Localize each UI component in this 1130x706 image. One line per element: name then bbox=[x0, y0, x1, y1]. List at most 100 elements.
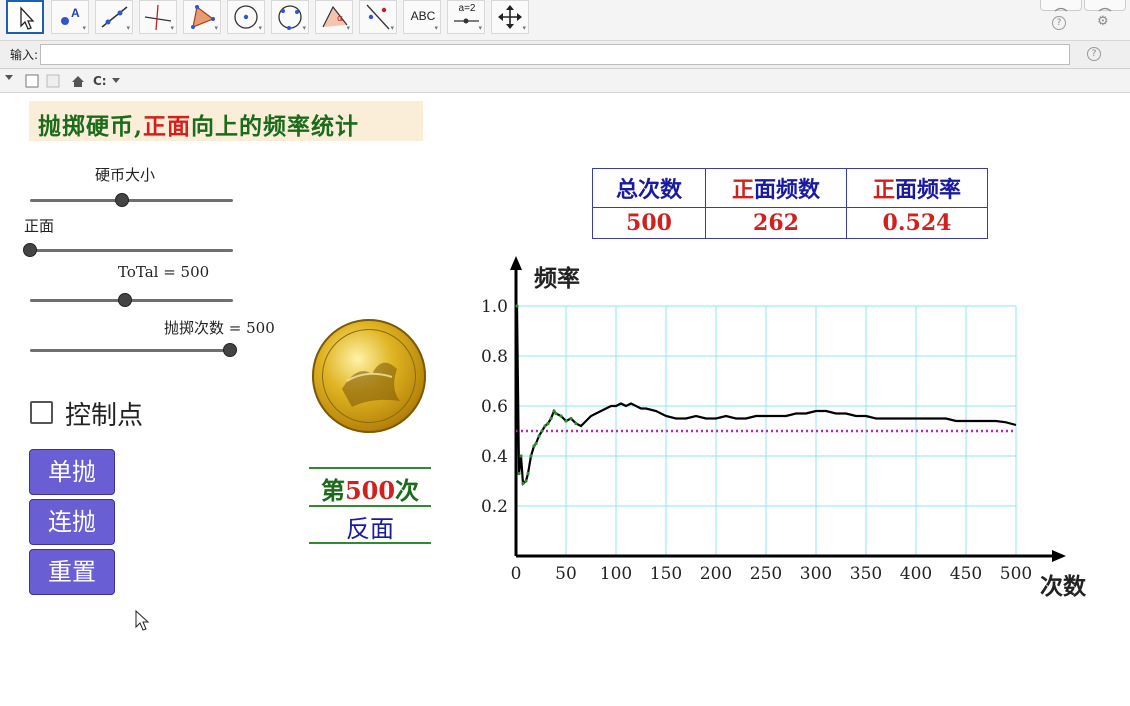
stats-value-total: 500 bbox=[592, 207, 706, 239]
stats-header-heads-freq-red: 正 bbox=[872, 177, 895, 203]
x-tick-label: 0 bbox=[511, 564, 522, 584]
input-label: 输入: bbox=[10, 48, 39, 62]
frequency-point bbox=[534, 441, 538, 446]
x-axis-label: 次数 bbox=[1040, 573, 1087, 600]
frequency-point bbox=[569, 416, 573, 421]
title-part3: 向上的频率统计 bbox=[191, 113, 360, 140]
slider-coin-size-track[interactable] bbox=[30, 199, 233, 202]
gear-icon[interactable]: ⚙ bbox=[1097, 14, 1109, 29]
slider-total-knob[interactable] bbox=[118, 293, 132, 307]
frequency-point bbox=[540, 429, 544, 433]
circle-center-point-icon bbox=[234, 5, 258, 29]
reflect-icon bbox=[366, 4, 390, 30]
stats-value-heads-freq: 0.524 bbox=[846, 207, 988, 239]
help-icon[interactable]: ? bbox=[1052, 16, 1066, 30]
stats-header-total-text: 总次数 bbox=[615, 177, 682, 203]
perpendicular-tool-button[interactable]: ▾ bbox=[139, 0, 177, 34]
slider-throws-label: 抛掷次数 = 500 bbox=[164, 319, 275, 337]
title-part1: 抛掷硬币, bbox=[38, 113, 144, 140]
x-tick-label: 250 bbox=[750, 564, 782, 584]
polygon-tool-button[interactable]: ▾ bbox=[183, 0, 221, 34]
coin-image bbox=[312, 319, 426, 433]
reset-button[interactable]: 重置 bbox=[29, 549, 115, 595]
control-points-checkbox[interactable] bbox=[30, 401, 53, 424]
x-tick-label: 50 bbox=[555, 564, 577, 584]
chevron-down-icon[interactable] bbox=[112, 78, 120, 83]
circle-tool-button[interactable]: ▾ bbox=[227, 0, 265, 34]
undo-button[interactable] bbox=[1040, 0, 1082, 12]
move-tool-button[interactable] bbox=[6, 0, 44, 34]
result-label: 反面 bbox=[346, 515, 394, 543]
single-throw-button[interactable]: 单抛 bbox=[29, 449, 115, 495]
grid-toggle-icon[interactable] bbox=[46, 74, 60, 88]
slider-heads-track[interactable] bbox=[30, 249, 233, 252]
stats-header-heads-freq: 正面频率 bbox=[846, 168, 988, 208]
slider-throws-knob[interactable] bbox=[223, 343, 237, 357]
mouse-cursor-icon bbox=[135, 610, 150, 631]
stats-header-row: 总次数 正面频数 正面频率 bbox=[592, 168, 988, 208]
text-tool-icon: ABC bbox=[410, 9, 436, 23]
control-points-label: 控制点 bbox=[65, 401, 144, 431]
circle-three-points-tool-button[interactable]: ▾ bbox=[271, 0, 309, 34]
frequency-point bbox=[515, 304, 519, 308]
slider-coin-size-label: 硬币大小 bbox=[95, 166, 156, 184]
slider-total-label: ToTal = 500 bbox=[118, 263, 210, 281]
point-capture-icon[interactable]: C: bbox=[93, 74, 107, 88]
frequency-point bbox=[517, 471, 521, 476]
coin-emblem bbox=[342, 362, 400, 407]
text-tool-button[interactable]: ABC ▾ bbox=[403, 0, 441, 34]
angle-tool-button[interactable]: α ▾ bbox=[315, 0, 353, 34]
move-arrow-icon bbox=[20, 6, 35, 30]
x-tick-label: 150 bbox=[650, 564, 682, 584]
circle-three-points-icon bbox=[278, 5, 302, 30]
x-tick-label: 500 bbox=[1000, 564, 1032, 584]
input-field[interactable] bbox=[40, 44, 1070, 65]
home-icon[interactable] bbox=[72, 76, 84, 87]
stats-value-row: 500 262 0.524 bbox=[592, 207, 988, 239]
stats-header-heads-freq-text: 面频率 bbox=[895, 177, 962, 203]
slider-tool-button[interactable]: a=2 ▾ bbox=[447, 0, 485, 34]
point-tool-button[interactable]: A ▾ bbox=[51, 0, 89, 34]
line-tool-button[interactable]: ▾ bbox=[95, 0, 133, 34]
y-axis-label: 频率 bbox=[534, 265, 580, 292]
toolbar: A ▾ ▾ ▾ ▾ ▾ ▾ α ▾ ▾ ABC ▾ a=2 ▾ ▾ ? ⚙ bbox=[0, 0, 1130, 41]
axes-toggle-icon[interactable] bbox=[25, 74, 39, 88]
y-tick-label: 0.8 bbox=[481, 347, 508, 367]
frequency-point bbox=[574, 421, 578, 426]
perpendicular-line-icon bbox=[144, 4, 172, 31]
angle-icon: α bbox=[322, 5, 348, 28]
slider-heads-knob[interactable] bbox=[23, 243, 37, 257]
frequency-point bbox=[554, 411, 558, 416]
title-box: 抛掷硬币,正面向上的频率统计 bbox=[29, 101, 423, 141]
x-tick-label: 100 bbox=[600, 564, 632, 584]
undo-icon bbox=[1054, 7, 1068, 12]
slider-track-icon bbox=[454, 18, 479, 24]
stats-header-heads-count-red: 正 bbox=[731, 177, 754, 203]
continuous-throw-button[interactable]: 连抛 bbox=[29, 499, 115, 545]
stats-value-heads-count: 262 bbox=[705, 207, 847, 239]
divider-bottom bbox=[309, 542, 431, 544]
slider-throws-track[interactable] bbox=[30, 349, 233, 352]
page-title: 抛掷硬币,正面向上的频率统计 bbox=[38, 107, 359, 141]
input-help-icon[interactable]: ? bbox=[1087, 47, 1101, 61]
frequency-point bbox=[521, 481, 525, 486]
divider-middle bbox=[309, 505, 431, 507]
move-view-tool-button[interactable]: ▾ bbox=[491, 0, 529, 34]
graphics-view[interactable]: 抛掷硬币,正面向上的频率统计 硬币大小 正面 ToTal = 500 抛掷次数 … bbox=[0, 93, 1130, 706]
y-tick-label: 0.2 bbox=[481, 497, 508, 517]
y-tick-label: 0.6 bbox=[481, 397, 508, 417]
frequency-point bbox=[546, 421, 550, 426]
frequency-point bbox=[543, 424, 547, 428]
view-menu-triangle-icon[interactable] bbox=[5, 75, 13, 80]
x-tick-label: 450 bbox=[950, 564, 982, 584]
x-axis-arrow bbox=[1052, 550, 1066, 562]
x-tick-label: 350 bbox=[850, 564, 882, 584]
divider-top bbox=[309, 467, 431, 469]
slider-coin-size-knob[interactable] bbox=[115, 193, 129, 207]
input-bar: 输入: ? bbox=[0, 41, 1130, 69]
reflect-tool-button[interactable]: ▾ bbox=[359, 0, 397, 34]
stats-header-total: 总次数 bbox=[592, 168, 706, 208]
throw-count-number: 500 bbox=[344, 476, 396, 505]
redo-button[interactable] bbox=[1084, 0, 1126, 12]
style-bar: C: bbox=[0, 69, 1130, 93]
